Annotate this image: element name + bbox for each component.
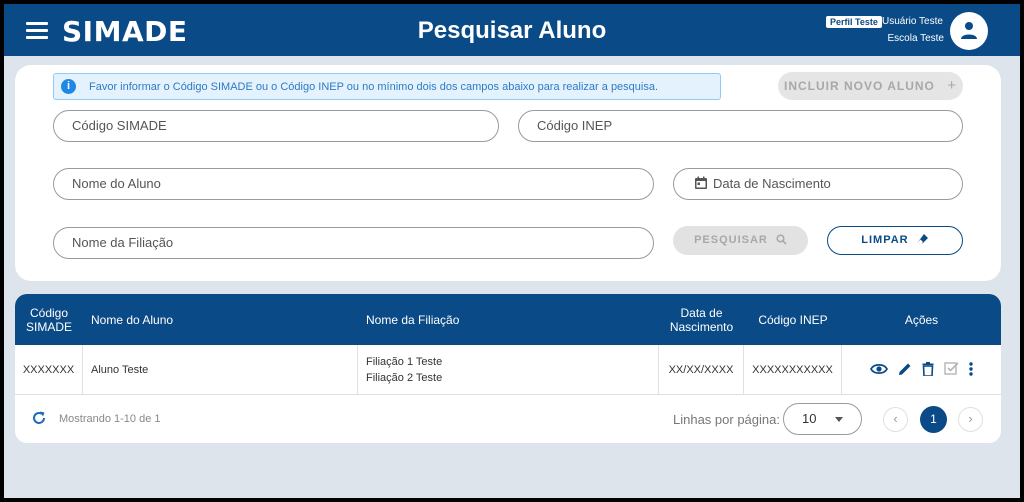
rows-per-page-value: 10 <box>802 411 817 426</box>
col-codigo-simade-line2: SIMADE <box>25 319 72 334</box>
data-nascimento-field[interactable]: Data de Nascimento <box>673 168 963 200</box>
calendar-icon <box>695 176 707 190</box>
search-icon <box>776 234 787 245</box>
more-vert-icon <box>969 361 973 376</box>
plus-icon: + <box>947 77 957 94</box>
school-name: Escola Teste <box>887 33 944 44</box>
table-footer: Mostrando 1-10 de 1 Linhas por página: 1… <box>15 395 1001 443</box>
next-page-button[interactable]: › <box>958 407 983 432</box>
nome-aluno-field[interactable]: Nome do Aluno <box>53 168 654 200</box>
confirm-button[interactable] <box>944 361 959 379</box>
cell-data-nascimento: XX/XX/XXXX <box>659 345 744 395</box>
data-nascimento-placeholder: Data de Nascimento <box>713 176 831 191</box>
results-table: Código SIMADE Nome do Aluno Nome da Fili… <box>15 294 1001 443</box>
user-avatar[interactable] <box>950 12 988 50</box>
search-card: i Favor informar o Código SIMADE ou o Có… <box>15 65 1001 281</box>
user-name: Usuário Teste <box>882 16 943 27</box>
app-window: SIMADE Pesquisar Aluno Perfil Teste Usuá… <box>4 4 1020 498</box>
col-codigo-inep[interactable]: Código INEP <box>744 294 842 345</box>
info-message: Favor informar o Código SIMADE ou o Códi… <box>89 81 659 93</box>
cell-codigo-simade: XXXXXXX <box>15 345 83 395</box>
info-alert: i Favor informar o Código SIMADE ou o Có… <box>53 73 721 100</box>
more-options-button[interactable] <box>969 361 973 379</box>
codigo-inep-field[interactable]: Código INEP <box>518 110 963 142</box>
table-row: XXXXXXX Aluno Teste Filiação 1 Teste Fil… <box>15 345 1001 395</box>
chevron-down-icon <box>835 417 843 422</box>
prev-page-button[interactable]: ‹ <box>883 407 908 432</box>
showing-count: Mostrando 1-10 de 1 <box>59 413 161 425</box>
col-nome-filiacao[interactable]: Nome da Filiação <box>366 294 656 345</box>
person-icon <box>961 22 977 39</box>
col-nome-aluno[interactable]: Nome do Aluno <box>91 294 361 345</box>
col-data-nascimento-line2: Nascimento <box>669 319 734 334</box>
cell-codigo-inep: XXXXXXXXXXX <box>744 345 842 395</box>
col-codigo-simade[interactable]: Código SIMADE <box>15 294 83 345</box>
info-icon: i <box>61 79 76 94</box>
filiacao-1: Filiação 1 Teste <box>366 356 443 368</box>
codigo-simade-field[interactable]: Código SIMADE <box>53 110 499 142</box>
clear-button[interactable]: LIMPAR <box>827 226 963 255</box>
checkbox-icon <box>944 362 959 375</box>
rows-per-page-select[interactable]: 10 <box>783 403 862 435</box>
add-student-label: INCLUIR NOVO ALUNO <box>784 79 935 93</box>
edit-button[interactable] <box>898 362 912 379</box>
top-app-bar: SIMADE Pesquisar Aluno Perfil Teste Usuá… <box>4 4 1020 56</box>
search-button-label: PESQUISAR <box>694 234 768 246</box>
view-button[interactable] <box>869 363 889 378</box>
profile-badge: Perfil Teste <box>826 16 882 28</box>
nome-filiacao-field[interactable]: Nome da Filiação <box>53 227 654 259</box>
cell-nome-aluno: Aluno Teste <box>83 345 358 395</box>
clear-button-label: LIMPAR <box>861 234 909 246</box>
filiacao-2: Filiação 2 Teste <box>366 372 443 384</box>
eye-icon <box>869 363 889 374</box>
col-codigo-simade-line1: Código <box>29 305 69 320</box>
trash-icon <box>922 361 934 377</box>
add-student-button[interactable]: INCLUIR NOVO ALUNO + <box>778 72 963 100</box>
search-button[interactable]: PESQUISAR <box>673 226 808 255</box>
table-header: Código SIMADE Nome do Aluno Nome da Fili… <box>15 294 1001 345</box>
cell-acoes <box>842 345 1001 395</box>
eraser-icon <box>917 234 928 244</box>
current-page-button[interactable]: 1 <box>920 406 947 433</box>
col-data-nascimento[interactable]: Data de Nascimento <box>659 294 744 345</box>
cell-nome-filiacao: Filiação 1 Teste Filiação 2 Teste <box>358 345 659 395</box>
rows-per-page-label: Linhas por página: <box>673 412 780 427</box>
delete-button[interactable] <box>922 361 934 379</box>
col-acoes: Ações <box>904 312 939 327</box>
refresh-icon[interactable] <box>31 410 47 426</box>
col-data-nascimento-line1: Data de <box>680 305 723 320</box>
pencil-icon <box>899 363 911 375</box>
